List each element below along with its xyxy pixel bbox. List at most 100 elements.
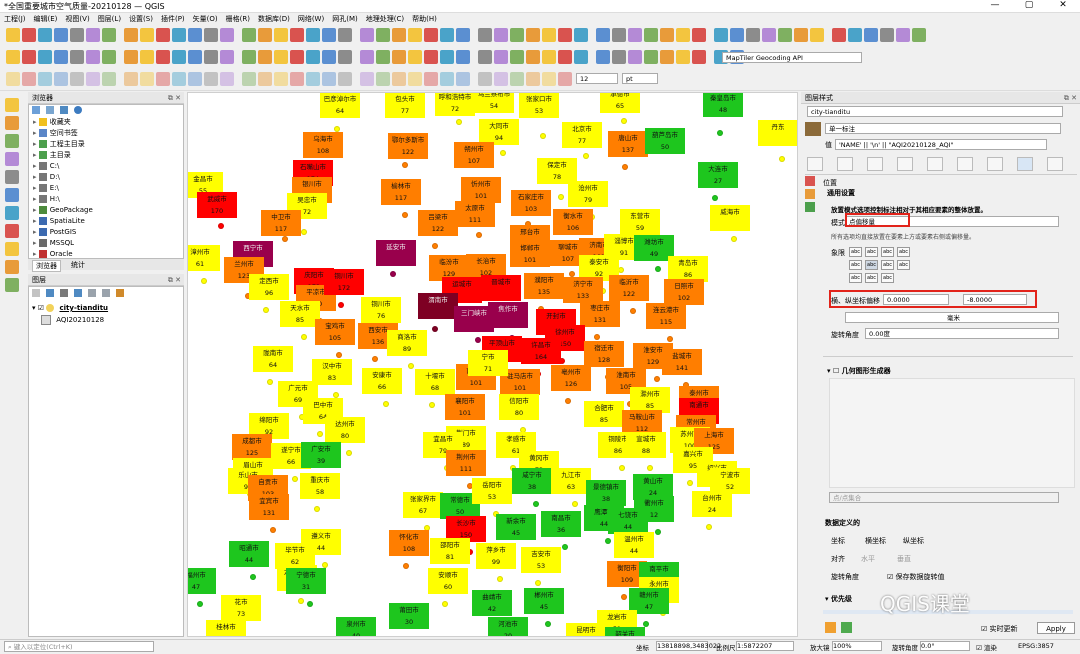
city-label[interactable]: 许昌市 164 (521, 338, 561, 364)
city-label[interactable]: 宜宾市 131 (249, 494, 289, 520)
labels-tab-icon[interactable] (805, 122, 821, 136)
city-label[interactable]: 承德市 65 (600, 93, 640, 113)
browser-item[interactable]: ▸ E:\ (33, 183, 59, 194)
toolbar-tool-icon[interactable] (542, 28, 556, 42)
city-point[interactable] (621, 118, 627, 124)
city-label[interactable]: 怀化市 108 (389, 530, 429, 556)
city-label[interactable]: 北京市 77 (562, 122, 602, 148)
toolbar-tool-icon[interactable] (290, 72, 304, 86)
city-label[interactable]: 安康市 66 (362, 368, 402, 394)
browser-item[interactable]: ▸ 主目录 (33, 150, 71, 161)
city-point[interactable] (647, 465, 653, 471)
menu-web[interactable]: 网络(W) (294, 13, 328, 24)
quadrant-button[interactable]: abc (849, 260, 862, 270)
toolbar-tool-icon[interactable] (338, 50, 352, 64)
callout-tab-icon[interactable] (987, 157, 1003, 171)
geocoder-input[interactable]: MapTiler Geocoding API (722, 52, 862, 63)
close-icon[interactable]: ✕ (1046, 0, 1080, 12)
city-label[interactable]: 宁德市 31 (286, 568, 326, 594)
toolbar-tool-icon[interactable] (424, 50, 438, 64)
menu-plugins[interactable]: 插件(P) (157, 13, 189, 24)
city-point[interactable] (403, 563, 409, 569)
toolbar-tool-icon[interactable] (526, 72, 540, 86)
city-label[interactable]: 盐城市 141 (662, 349, 702, 375)
toolbar-tool-icon[interactable] (692, 28, 706, 42)
collapse-all-icon[interactable] (102, 289, 110, 297)
toolbar-tool-icon[interactable] (172, 28, 186, 42)
toolbar-tool-icon[interactable] (676, 50, 690, 64)
toolbar-tool-icon[interactable] (408, 50, 422, 64)
toolbar-tool-icon[interactable] (290, 28, 304, 42)
city-point[interactable] (432, 243, 438, 249)
style-side-tab-icon[interactable] (805, 189, 815, 199)
toolbar-tool-icon[interactable] (456, 28, 470, 42)
quadrant-button[interactable]: abc (897, 260, 910, 270)
city-label[interactable]: 济宁市 133 (563, 277, 603, 303)
tab-browser[interactable]: 浏览器 (32, 260, 61, 272)
browser-item[interactable]: ▸ 空间书签 (33, 128, 78, 139)
toolbar-tool-icon[interactable] (440, 50, 454, 64)
toolbar-tool-icon[interactable] (188, 28, 202, 42)
city-point[interactable] (197, 601, 203, 607)
toolbar-tool-icon[interactable] (22, 28, 36, 42)
add-layer-icon[interactable] (5, 98, 19, 112)
add-layer-icon[interactable] (5, 260, 19, 274)
city-label[interactable]: 合肥市 85 (584, 401, 624, 427)
toolbar-tool-icon[interactable] (258, 72, 272, 86)
quadrant-button[interactable]: abc (881, 260, 894, 270)
toolbar-tool-icon[interactable] (660, 28, 674, 42)
city-label[interactable]: 桂林市 56 (206, 620, 246, 636)
city-label[interactable]: 温州市 44 (614, 532, 654, 558)
toolbar-tool-icon[interactable] (156, 28, 170, 42)
toolbar-tool-icon[interactable] (376, 28, 390, 42)
city-label[interactable]: 宣城市 88 (626, 432, 666, 458)
toolbar-tool-icon[interactable] (290, 50, 304, 64)
city-label[interactable]: 临沂市 122 (609, 275, 649, 301)
city-label[interactable]: 乌海市 108 (303, 132, 343, 158)
quadrant-button[interactable]: abc (865, 247, 878, 257)
menu-raster[interactable]: 栅格(R) (222, 13, 254, 24)
city-point[interactable] (429, 402, 435, 408)
toolbar-tool-icon[interactable] (274, 72, 288, 86)
toolbar-tool-icon[interactable] (204, 72, 218, 86)
toolbar-tool-icon[interactable] (478, 28, 492, 42)
format-tab-icon[interactable] (837, 157, 853, 171)
toolbar-tool-icon[interactable] (408, 28, 422, 42)
city-point[interactable] (655, 529, 661, 535)
toolbar-tool-icon[interactable] (692, 50, 706, 64)
city-label[interactable]: 鄂尔多斯市 122 (388, 133, 428, 159)
toolbar-tool-icon[interactable] (574, 50, 588, 64)
city-point[interactable] (442, 601, 448, 607)
toolbar-tool-icon[interactable] (86, 50, 100, 64)
city-point[interactable] (545, 621, 551, 627)
city-label[interactable]: 日照市 102 (664, 279, 704, 305)
browser-item[interactable]: ▸ 工程主目录 (33, 139, 85, 150)
background-tab-icon[interactable] (927, 157, 943, 171)
city-label[interactable]: 十堰市 68 (415, 369, 455, 395)
city-point[interactable] (572, 501, 578, 507)
toolbar-tool-icon[interactable] (338, 72, 352, 86)
city-point[interactable] (687, 480, 693, 486)
filter-icon[interactable] (46, 106, 54, 114)
city-label[interactable]: 宁市 71 (468, 350, 508, 376)
city-point[interactable] (298, 598, 304, 604)
toolbar-tool-icon[interactable] (510, 28, 524, 42)
menu-vector[interactable]: 矢量(O) (189, 13, 222, 24)
city-label[interactable]: 吉安市 53 (521, 547, 561, 573)
info-icon[interactable] (74, 106, 82, 114)
toolbar-tool-icon[interactable] (306, 72, 320, 86)
city-point[interactable] (654, 376, 660, 382)
city-label[interactable]: 威海市 (710, 205, 750, 231)
panel-close-icon[interactable]: ⧉ ✕ (168, 92, 181, 104)
city-label[interactable]: 河池市 20 (488, 617, 528, 636)
open-style-icon[interactable] (32, 289, 40, 297)
buffer-tab-icon[interactable] (867, 157, 883, 171)
city-label[interactable]: 延安市 (376, 240, 416, 266)
menu-database[interactable]: 数据库(D) (254, 13, 294, 24)
city-point[interactable] (619, 465, 625, 471)
add-layer-icon[interactable] (5, 206, 19, 220)
city-label[interactable]: 葫芦岛市 50 (645, 128, 685, 154)
toolbar-tool-icon[interactable] (392, 28, 406, 42)
style-side-tab-icon[interactable] (805, 176, 815, 186)
city-point[interactable] (270, 527, 276, 533)
